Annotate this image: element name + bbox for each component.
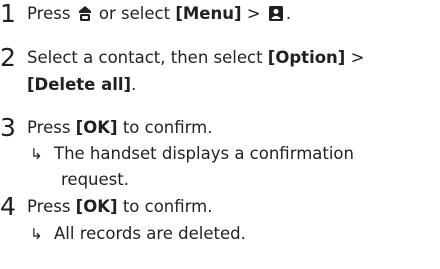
- step-number: 3: [0, 113, 16, 142]
- step-number: 2: [0, 43, 16, 72]
- result-text: The handset displays a confirmation: [54, 144, 354, 163]
- text-segment: >: [241, 4, 266, 23]
- result-text: request.: [61, 170, 129, 189]
- text-segment: .: [285, 4, 292, 23]
- menu-key-label: [Menu]: [175, 4, 242, 23]
- text-segment: Press: [27, 197, 76, 216]
- step-text: Press [OK] to confirm.: [27, 117, 212, 139]
- step-result: ↳ All records are deleted.: [30, 223, 246, 245]
- text-segment: Press: [27, 118, 76, 137]
- text-segment: to confirm.: [117, 197, 213, 216]
- step-text: Press or select [Menu] > .: [27, 3, 291, 28]
- ok-key-label: [OK]: [75, 197, 118, 216]
- step-text: Press [OK] to confirm.: [27, 196, 212, 218]
- text-segment: Press: [27, 4, 76, 23]
- result-text: All records are deleted.: [54, 224, 246, 243]
- result-arrow-icon: ↳: [30, 145, 43, 163]
- step-number: 1: [0, 0, 16, 28]
- step-text-continued: [Delete all].: [27, 74, 136, 96]
- text-segment: Select a contact, then select: [27, 48, 268, 67]
- ok-key-label: [OK]: [75, 118, 118, 137]
- phonebook-icon: [268, 5, 284, 28]
- step-result: ↳ The handset displays a confirmation: [30, 143, 354, 165]
- result-arrow-icon: ↳: [30, 225, 43, 243]
- option-key-label: [Option]: [267, 48, 346, 67]
- home-phone-icon: [78, 5, 92, 28]
- text-segment: .: [131, 75, 137, 94]
- text-segment: >: [345, 48, 365, 67]
- step-result-continued: request.: [61, 169, 129, 191]
- text-segment: or select: [93, 4, 176, 23]
- delete-all-label: [Delete all]: [27, 75, 132, 94]
- text-segment: to confirm.: [117, 118, 213, 137]
- step-number: 4: [0, 192, 16, 221]
- step-text: Select a contact, then select [Option] >: [27, 47, 364, 69]
